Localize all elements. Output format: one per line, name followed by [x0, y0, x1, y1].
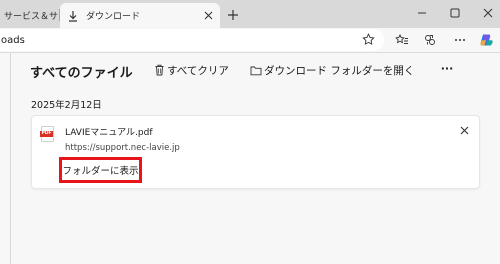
date-heading: 2025年2月12日 [31, 100, 102, 111]
minimize-button[interactable] [411, 4, 433, 22]
file-source-url[interactable]: https://support.nec-lavie.jp [65, 143, 180, 153]
favorites-icon[interactable] [393, 31, 411, 49]
trash-icon [154, 64, 165, 76]
more-options-button[interactable]: ··· [437, 60, 457, 76]
copilot-icon[interactable] [477, 31, 495, 49]
favorite-star-icon[interactable] [360, 31, 376, 47]
tab-downloads[interactable]: ダウンロード [60, 3, 220, 28]
show-in-folder-button[interactable]: フォルダーに表示 [59, 157, 142, 183]
tab-services[interactable]: サービス＆サ [0, 3, 60, 28]
address-text: oads [1, 34, 25, 46]
tab-label: サービス＆サ [4, 12, 59, 22]
open-downloads-folder-button[interactable]: ダウンロード フォルダーを開く [250, 62, 414, 78]
tab-strip: サービス＆サ ダウンロード [0, 0, 500, 28]
new-tab-button[interactable] [224, 6, 242, 24]
settings-more-icon[interactable] [451, 31, 469, 49]
file-name-link[interactable]: LAVIEマニュアル.pdf [65, 125, 153, 138]
folder-icon [250, 65, 262, 76]
download-item[interactable]: PDF LAVIEマニュアル.pdf https://support.nec-l… [31, 115, 480, 189]
clear-all-label: すべてクリア [167, 64, 229, 77]
extensions-icon[interactable] [421, 31, 439, 49]
close-window-button[interactable] [477, 4, 499, 22]
pdf-badge: PDF [40, 131, 53, 137]
download-icon [66, 9, 80, 23]
close-tab-icon[interactable] [200, 8, 216, 24]
open-folder-label: ダウンロード フォルダーを開く [264, 64, 415, 77]
more-options-label: ··· [440, 61, 454, 75]
remove-download-icon[interactable] [456, 122, 472, 138]
clear-all-button[interactable]: すべてクリア [154, 62, 229, 78]
browser-toolbar: oads [0, 28, 500, 52]
toolbar-divider [0, 52, 500, 53]
address-bar[interactable]: oads [0, 29, 384, 51]
pdf-file-icon: PDF [40, 126, 54, 142]
panel-edge [10, 53, 11, 264]
maximize-button[interactable] [444, 4, 466, 22]
tab-label: ダウンロード [86, 12, 141, 22]
show-in-folder-label: フォルダーに表示 [62, 166, 139, 177]
page-title: すべてのファイル [30, 66, 133, 81]
